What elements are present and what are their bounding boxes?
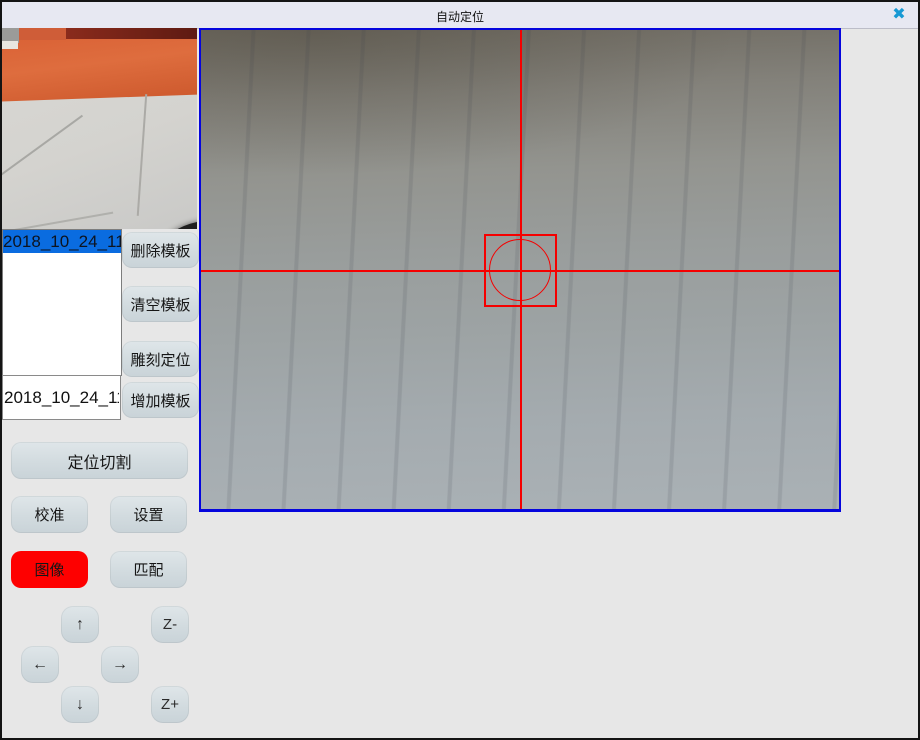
auto-position-dialog: 自动定位 ✖ 2018_10_24_11 删除模板 清空模板 雕刻定位 增加模板… <box>0 0 920 740</box>
thumbnail-orange-beam <box>2 32 197 101</box>
thumbnail-tile-grout-line <box>2 212 113 229</box>
jog-down-button[interactable]: ↓ <box>61 686 99 723</box>
clear-templates-button[interactable]: 清空模板 <box>122 286 199 322</box>
title-bar: 自动定位 ✖ <box>2 2 918 29</box>
jog-up-button[interactable]: ↑ <box>61 606 99 643</box>
jog-left-button[interactable]: ← <box>21 646 59 683</box>
settings-button[interactable]: 设置 <box>110 496 187 533</box>
template-list[interactable]: 2018_10_24_11 <box>2 229 122 376</box>
thumbnail-maroon-strip <box>66 28 197 39</box>
match-button[interactable]: 匹配 <box>110 551 187 588</box>
dialog-title: 自动定位 <box>2 8 918 25</box>
roi-circle <box>489 239 551 301</box>
delete-template-button[interactable]: 删除模板 <box>122 232 199 268</box>
thumbnail-orange-strip <box>19 28 66 40</box>
thumbnail-white-gap <box>2 41 18 49</box>
calibrate-button[interactable]: 校准 <box>11 496 88 533</box>
jog-z-plus-button[interactable]: Z+ <box>151 686 189 723</box>
image-button[interactable]: 图像 <box>11 551 88 588</box>
thumbnail-tile-grout-line <box>137 94 148 216</box>
jog-z-minus-button[interactable]: Z- <box>151 606 189 643</box>
close-icon[interactable]: ✖ <box>888 5 910 25</box>
template-name-input[interactable] <box>2 375 121 420</box>
thumbnail-dark-object <box>150 220 197 229</box>
jog-right-button[interactable]: → <box>101 646 139 683</box>
template-list-item[interactable]: 2018_10_24_11 <box>3 230 121 253</box>
thumbnail-tile-grout-line <box>2 115 83 175</box>
add-template-button[interactable]: 增加模板 <box>122 382 199 418</box>
camera-view <box>199 28 841 512</box>
position-cut-button[interactable]: 定位切割 <box>11 442 188 479</box>
template-thumbnail <box>2 28 197 229</box>
engrave-position-button[interactable]: 雕刻定位 <box>122 341 199 377</box>
